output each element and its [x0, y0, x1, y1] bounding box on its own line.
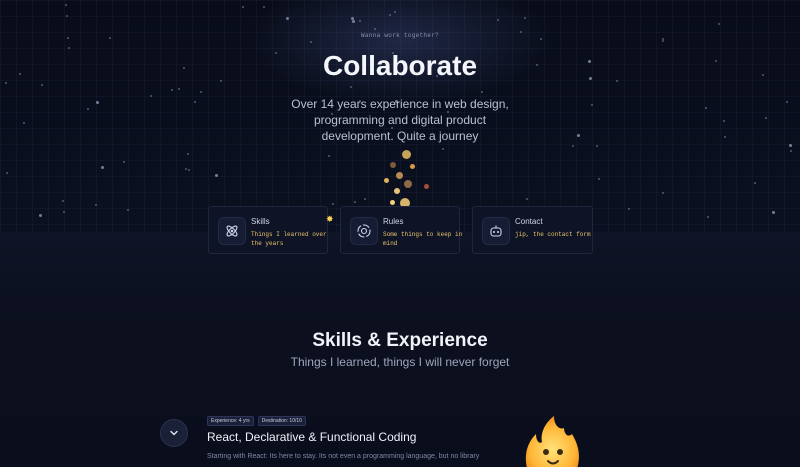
- star: [754, 182, 756, 184]
- star: [351, 17, 354, 20]
- hero-eyebrow: Wanna work together?: [360, 32, 439, 39]
- experience-title: React, Declarative & Functional Coding: [207, 430, 417, 444]
- star: [354, 201, 356, 203]
- sparkle-icon: ✸: [326, 214, 334, 224]
- orb: [410, 164, 415, 169]
- star: [359, 20, 361, 22]
- star: [263, 6, 265, 8]
- orb: [394, 188, 400, 194]
- star: [389, 14, 391, 16]
- star: [188, 169, 190, 171]
- orb: [384, 178, 389, 183]
- card-title: Skills: [251, 217, 270, 226]
- orb: [390, 200, 395, 205]
- star: [200, 91, 202, 93]
- star: [765, 117, 767, 119]
- star: [123, 161, 125, 163]
- star: [68, 47, 70, 49]
- star: [596, 145, 598, 147]
- hero-subtitle: Over 14 years experience in web design, …: [291, 97, 509, 143]
- star: [772, 211, 775, 214]
- star: [178, 88, 180, 90]
- experience-badges: Experience: 4 yrs Destination: 10/10: [207, 416, 306, 426]
- star: [310, 41, 312, 43]
- target-icon: [350, 217, 378, 245]
- card-rules[interactable]: Rules Some things to keep in mind: [340, 206, 463, 254]
- experience-text: Starting with React: Its here to stay. I…: [207, 453, 480, 460]
- star: [332, 203, 334, 205]
- orb: [424, 184, 429, 189]
- emoji-cluster: [360, 150, 440, 210]
- orb: [390, 162, 396, 168]
- robot-icon: [482, 217, 510, 245]
- star: [328, 155, 330, 157]
- atom-icon: [218, 217, 246, 245]
- expand-button[interactable]: [160, 419, 188, 447]
- star: [724, 136, 726, 138]
- star: [526, 198, 528, 200]
- star: [127, 209, 129, 211]
- star: [662, 40, 664, 42]
- star: [87, 108, 89, 110]
- star: [41, 84, 43, 86]
- card-title: Rules: [383, 217, 404, 226]
- star: [23, 122, 25, 124]
- orb: [396, 172, 403, 179]
- star: [790, 150, 792, 152]
- experience-badge: Experience: 4 yrs: [207, 416, 254, 426]
- card-description: jip, the contact form: [515, 231, 591, 238]
- section-subtitle: Things I learned, things I will never fo…: [290, 355, 510, 369]
- star: [374, 28, 376, 30]
- star: [350, 86, 352, 88]
- star: [497, 19, 499, 21]
- star: [62, 200, 64, 202]
- destination-badge: Destination: 10/10: [257, 416, 306, 426]
- star: [723, 120, 725, 122]
- star: [96, 101, 99, 104]
- card-title: Contact: [515, 217, 543, 226]
- star: [394, 11, 396, 13]
- star: [286, 17, 289, 20]
- star: [6, 172, 8, 174]
- star: [65, 4, 67, 6]
- star: [215, 174, 218, 177]
- orb: [404, 180, 412, 188]
- page-title: Collaborate: [322, 50, 478, 81]
- star: [572, 145, 574, 147]
- star: [194, 101, 196, 103]
- star: [63, 211, 65, 213]
- star: [352, 20, 355, 23]
- card-description: Things I learned over the years: [251, 231, 327, 247]
- star: [442, 148, 444, 150]
- star: [95, 204, 97, 206]
- star: [39, 214, 42, 217]
- star: [628, 208, 630, 210]
- star: [524, 17, 526, 19]
- card-skills[interactable]: Skills Things I learned over the years: [208, 206, 328, 254]
- star: [242, 6, 244, 8]
- star: [707, 216, 709, 218]
- star: [171, 89, 173, 91]
- star: [591, 104, 593, 106]
- card-description: Some things to keep in mind: [383, 231, 463, 247]
- star: [718, 23, 720, 25]
- star: [662, 192, 664, 194]
- orb: [402, 150, 411, 159]
- star: [705, 107, 707, 109]
- star: [577, 134, 580, 137]
- star: [5, 82, 7, 84]
- section-title: Skills & Experience: [312, 330, 488, 351]
- star: [789, 144, 792, 147]
- star: [185, 168, 187, 170]
- star: [786, 101, 788, 103]
- card-contact[interactable]: Contact jip, the contact form: [472, 206, 593, 254]
- star: [150, 95, 152, 97]
- star: [101, 166, 104, 169]
- star: [66, 15, 68, 17]
- star: [481, 91, 483, 93]
- star: [187, 153, 189, 155]
- chevron-down-icon: [170, 430, 178, 436]
- star: [598, 178, 600, 180]
- fire-mascot-icon: [518, 412, 588, 467]
